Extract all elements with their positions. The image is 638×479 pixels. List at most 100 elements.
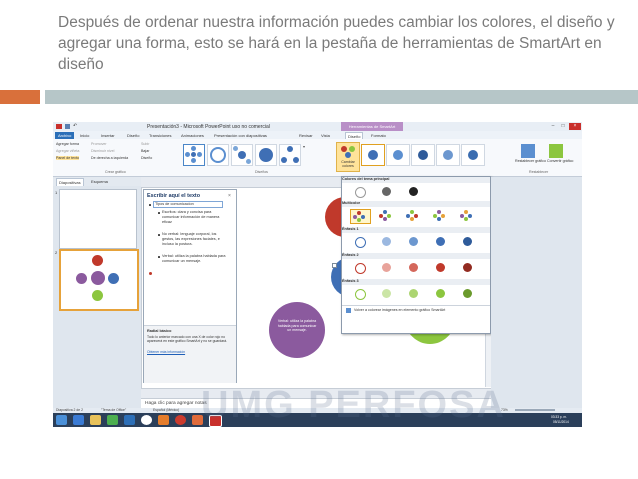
right-margin: [491, 177, 582, 398]
move-up-button[interactable]: Subir: [141, 142, 149, 146]
color-option[interactable]: [458, 235, 477, 248]
minimize-button[interactable]: –: [548, 123, 558, 130]
tab-smartart-format[interactable]: Formato: [371, 132, 386, 139]
undo-icon[interactable]: ↶: [73, 123, 77, 129]
slide-thumbnail-1[interactable]: [59, 189, 137, 249]
color-option[interactable]: [404, 261, 423, 274]
file-explorer-icon[interactable]: [90, 415, 101, 425]
recolor-pictures-option[interactable]: Volver a colorear imágenes en elemento g…: [354, 308, 445, 313]
text-pane-bullet[interactable]: Escritos: clara y concisa para comunicar…: [162, 210, 228, 225]
color-option[interactable]: [350, 287, 369, 300]
tab-insert[interactable]: Insertar: [101, 132, 115, 139]
color-option[interactable]: [404, 209, 423, 222]
color-option[interactable]: [431, 209, 450, 222]
color-option[interactable]: [350, 235, 369, 248]
smartart-style-thumb[interactable]: [386, 144, 410, 166]
tab-slides[interactable]: Diapositivas: [56, 178, 84, 186]
right-to-left-button[interactable]: De derecha a izquierda: [91, 156, 128, 160]
change-colors-button[interactable]: Cambiar colores: [336, 142, 360, 172]
color-option[interactable]: [404, 235, 423, 248]
text-pane-bullet[interactable]: Verbal: utiliza la palabra hablada para …: [162, 254, 228, 264]
layout-button[interactable]: Diseño: [141, 156, 152, 160]
tab-design[interactable]: Diseño: [127, 132, 139, 139]
color-option[interactable]: [377, 261, 396, 274]
ribbon: [53, 139, 582, 177]
layout-thumb[interactable]: [231, 144, 253, 166]
selection-handle[interactable]: [332, 263, 337, 268]
start-button-icon[interactable]: [56, 415, 67, 425]
tab-animations[interactable]: Animaciones: [181, 132, 204, 139]
tab-slideshow[interactable]: Presentación con diapositivas: [214, 132, 267, 139]
color-option[interactable]: [431, 287, 450, 300]
smartart-tools-context-tab: Herramientas de SmartArt: [341, 122, 403, 131]
smartart-style-thumb[interactable]: [461, 144, 485, 166]
convert-graphic-button[interactable]: Convertir gráfico: [547, 159, 573, 163]
tab-home[interactable]: Inicio: [80, 132, 89, 139]
color-option[interactable]: [377, 209, 396, 222]
text-pane-button[interactable]: Panel de texto: [56, 156, 79, 160]
color-option[interactable]: [350, 261, 369, 274]
text-pane-close-icon[interactable]: ×: [228, 193, 231, 199]
add-bullet-button[interactable]: Agregar viñeta: [56, 149, 79, 153]
color-option[interactable]: [404, 287, 423, 300]
word-icon[interactable]: [124, 415, 135, 425]
zoom-slider[interactable]: [515, 409, 555, 411]
layouts-more-icon[interactable]: ▾: [303, 144, 309, 164]
layout-thumb[interactable]: [279, 144, 301, 166]
color-option-selected[interactable]: [350, 209, 371, 224]
smartart-shape-text: Verbal: utiliza la palabra hablada para …: [277, 319, 317, 332]
save-icon[interactable]: [65, 124, 70, 129]
color-option[interactable]: [404, 185, 423, 198]
more-info-link[interactable]: Obtener más información: [147, 350, 185, 355]
excel-icon[interactable]: [107, 415, 118, 425]
slide-thumbnail-2[interactable]: [59, 249, 139, 311]
color-option[interactable]: [377, 287, 396, 300]
layout-thumb[interactable]: [255, 144, 277, 166]
color-option[interactable]: [431, 235, 450, 248]
recolor-pictures-icon: [346, 308, 351, 313]
promote-button[interactable]: Promover: [91, 142, 107, 146]
hp-icon[interactable]: [141, 415, 152, 425]
text-pane-heading-bullet[interactable]: Tipos de comunicacion: [153, 201, 223, 208]
color-option[interactable]: [350, 185, 369, 198]
powerpoint-app-icon[interactable]: [56, 124, 62, 129]
move-down-button[interactable]: Bajar: [141, 149, 149, 153]
layout-thumb[interactable]: [183, 144, 205, 166]
tab-transitions[interactable]: Transiciones: [149, 132, 172, 139]
firefox-icon[interactable]: [158, 415, 169, 425]
layout-thumb[interactable]: [207, 144, 229, 166]
chrome-icon[interactable]: [175, 415, 186, 425]
add-shape-button[interactable]: Agregar forma: [56, 142, 79, 146]
color-option[interactable]: [458, 261, 477, 274]
clock-date: 05/11/2014: [553, 420, 569, 424]
language-indicator[interactable]: Español (México): [153, 408, 179, 412]
convert-graphic-icon[interactable]: [549, 144, 563, 158]
bullet-icon: [158, 212, 160, 214]
window-title: Presentación3 - Microsoft PowerPoint uso…: [147, 124, 270, 130]
text-pane-footer: Radial básico Todo lo anterior marcado c…: [144, 325, 236, 383]
slide-number: 1: [55, 190, 58, 195]
tab-review[interactable]: Revisar: [299, 132, 313, 139]
tab-outline[interactable]: Esquema: [91, 178, 108, 185]
color-option[interactable]: [377, 235, 396, 248]
text-pane-bullet[interactable]: No verbal: lenguaje corporal, los gestos…: [162, 232, 228, 247]
smartart-style-thumb[interactable]: [411, 144, 435, 166]
layout-name: Radial básico: [147, 329, 172, 333]
tab-file[interactable]: Archivo: [55, 132, 75, 139]
bullet-icon: [149, 204, 151, 206]
smartart-style-thumb[interactable]: [361, 144, 385, 166]
color-option[interactable]: [431, 261, 450, 274]
color-option[interactable]: [377, 185, 396, 198]
reset-graphic-icon[interactable]: [521, 144, 535, 158]
smartart-shape-purple[interactable]: Verbal: utiliza la palabra hablada para …: [269, 302, 325, 358]
slide-caption: Después de ordenar nuestra información p…: [58, 14, 615, 73]
close-button[interactable]: ×: [569, 123, 581, 130]
color-option[interactable]: [458, 209, 477, 222]
tab-view[interactable]: Vista: [321, 132, 330, 139]
maximize-button[interactable]: □: [558, 123, 568, 130]
color-option[interactable]: [458, 287, 477, 300]
smartart-style-thumb[interactable]: [436, 144, 460, 166]
internet-explorer-icon[interactable]: [73, 415, 84, 425]
reset-graphic-button[interactable]: Restablecer gráfico: [515, 159, 546, 163]
demote-button[interactable]: Disminuir nivel: [91, 149, 114, 153]
